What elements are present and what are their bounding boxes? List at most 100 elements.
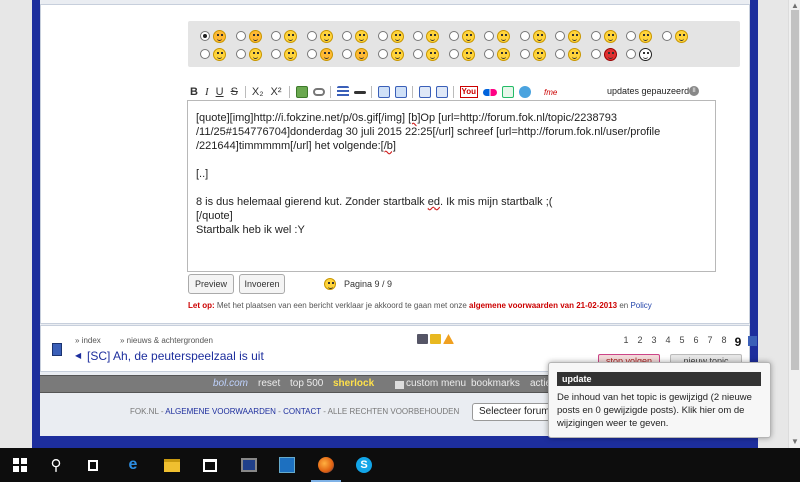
smiley-option[interactable]: [306, 27, 343, 45]
radio-button[interactable]: [377, 31, 388, 41]
terms-footer-link[interactable]: ALGEMENE VOORWAARDEN: [165, 407, 276, 416]
smiley-option[interactable]: [519, 45, 556, 63]
twitter-icon[interactable]: [519, 86, 532, 98]
help-icon[interactable]: [435, 86, 448, 98]
topic-title[interactable]: [SC] Ah, de peuterspeelzaal is uit: [87, 349, 264, 363]
smiley-option[interactable]: [200, 27, 236, 45]
scroll-down-icon[interactable]: ▼: [790, 436, 800, 448]
radio-button[interactable]: [235, 31, 246, 41]
smiley-option[interactable]: [590, 45, 627, 63]
policy-link[interactable]: Policy: [630, 301, 651, 310]
radio-button[interactable]: [519, 31, 530, 41]
terms-link[interactable]: algemene voorwaarden van 21-02-2013: [469, 301, 617, 310]
radio-button[interactable]: [342, 31, 352, 41]
smiley-option[interactable]: [484, 27, 520, 45]
strikethrough-button[interactable]: S: [231, 85, 238, 99]
smiley-option[interactable]: [555, 45, 591, 63]
edge-icon[interactable]: e: [124, 456, 142, 474]
smiley-option[interactable]: [377, 45, 414, 63]
youtube-icon[interactable]: You: [459, 86, 479, 98]
smiley-option[interactable]: [484, 45, 520, 63]
page-link[interactable]: 4: [661, 335, 675, 349]
radio-button[interactable]: [306, 49, 317, 59]
radio-button[interactable]: [342, 49, 352, 59]
radio-button[interactable]: [448, 31, 459, 41]
last-page-icon[interactable]: [748, 336, 757, 346]
spoiler-icon[interactable]: [418, 86, 431, 98]
link-icon[interactable]: [312, 88, 325, 96]
subscript-button[interactable]: X₂: [252, 85, 264, 99]
app-icon[interactable]: [240, 456, 258, 474]
radio-button[interactable]: [484, 31, 494, 41]
embed-icon[interactable]: [502, 86, 515, 98]
radio-button[interactable]: [413, 49, 423, 59]
smiley-option[interactable]: [413, 45, 449, 63]
radio-button[interactable]: [200, 49, 210, 59]
radio-button[interactable]: [555, 31, 565, 41]
update-notification[interactable]: update De inhoud van het topic is gewijz…: [548, 362, 771, 438]
favorite-icon[interactable]: [430, 334, 441, 344]
firefox-icon[interactable]: [317, 456, 335, 474]
page-link[interactable]: 1: [619, 335, 633, 349]
quote-icon[interactable]: [377, 86, 390, 98]
radio-button[interactable]: [626, 49, 636, 59]
nav-sherlock[interactable]: sherlock: [333, 378, 374, 389]
radio-button[interactable]: [306, 31, 317, 41]
vertical-scrollbar[interactable]: ▲ ▼: [788, 0, 800, 448]
warning-icon[interactable]: [443, 334, 454, 344]
code-icon[interactable]: [394, 86, 407, 98]
bold-button[interactable]: B: [190, 85, 198, 99]
radio-button[interactable]: [271, 31, 281, 41]
flickr-icon[interactable]: [483, 88, 498, 96]
horizontal-rule-icon[interactable]: [353, 90, 366, 94]
radio-button[interactable]: [271, 49, 281, 59]
page-link[interactable]: 6: [689, 335, 703, 349]
contact-link[interactable]: CONTACT: [283, 407, 321, 416]
store-icon[interactable]: [201, 456, 219, 474]
underline-button[interactable]: U: [216, 85, 224, 99]
search-icon[interactable]: ⚲: [47, 456, 65, 474]
radio-button[interactable]: [413, 31, 423, 41]
fme-button[interactable]: fme: [544, 88, 557, 97]
preview-button[interactable]: Preview: [188, 274, 234, 294]
smiley-option[interactable]: [626, 45, 662, 63]
smiley-option[interactable]: [448, 27, 485, 45]
image-icon[interactable]: [295, 86, 308, 98]
radio-button[interactable]: [590, 49, 601, 59]
smiley-option[interactable]: [342, 45, 378, 63]
smiley-option[interactable]: [271, 27, 307, 45]
radio-button[interactable]: [519, 49, 530, 59]
smiley-option[interactable]: [626, 27, 662, 45]
smiley-option[interactable]: [306, 45, 343, 63]
start-button[interactable]: [11, 456, 29, 474]
smiley-option[interactable]: [342, 27, 378, 45]
notification-body[interactable]: De inhoud van het topic is gewijzigd (2 …: [557, 391, 765, 430]
smiley-option[interactable]: [235, 45, 272, 63]
radio-button[interactable]: [377, 49, 388, 59]
smiley-option[interactable]: [519, 27, 556, 45]
app-icon[interactable]: [278, 456, 296, 474]
radio-button[interactable]: [661, 31, 672, 41]
smiley-option[interactable]: [590, 27, 627, 45]
nav-top500[interactable]: top 500: [290, 378, 323, 389]
radio-button[interactable]: [626, 31, 636, 41]
nav-reset[interactable]: reset: [258, 378, 280, 389]
page-link[interactable]: 3: [647, 335, 661, 349]
nav-custom-menu[interactable]: custom menu: [406, 378, 466, 389]
italic-button[interactable]: I: [205, 85, 209, 99]
smiley-option[interactable]: [448, 45, 485, 63]
list-icon[interactable]: [336, 86, 349, 98]
page-link[interactable]: 2: [633, 335, 647, 349]
radio-button[interactable]: [200, 31, 210, 41]
page-link[interactable]: 8: [717, 335, 731, 349]
radio-button[interactable]: [484, 49, 494, 59]
smiley-option[interactable]: [555, 27, 591, 45]
file-explorer-icon[interactable]: [163, 456, 181, 474]
smiley-option[interactable]: [200, 45, 236, 63]
task-view-icon[interactable]: [84, 456, 102, 474]
smiley-option[interactable]: [661, 27, 698, 45]
breadcrumb-news[interactable]: » nieuws & achtergronden: [120, 336, 213, 345]
page-link[interactable]: 7: [703, 335, 717, 349]
page-link[interactable]: 5: [675, 335, 689, 349]
radio-button[interactable]: [235, 49, 246, 59]
